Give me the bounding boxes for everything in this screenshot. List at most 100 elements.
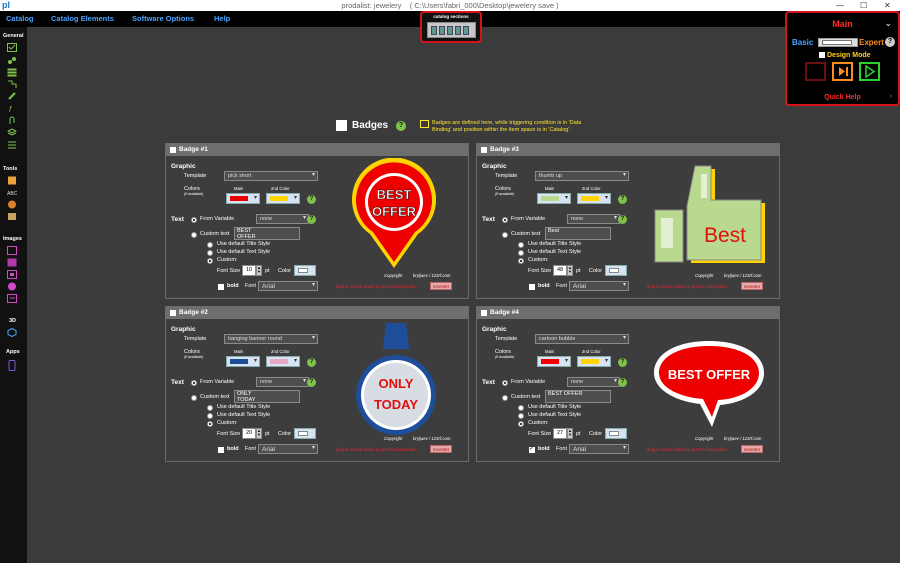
default-text-radio[interactable] — [518, 413, 524, 419]
colors-help-icon[interactable]: ? — [307, 195, 316, 204]
custom-text-input[interactable]: BEST OFFER — [545, 390, 611, 403]
main-color-picker[interactable] — [537, 356, 571, 367]
variable-dropdown[interactable]: none — [256, 214, 309, 224]
bold-checkbox[interactable] — [218, 447, 224, 453]
custom-text-input[interactable]: ONLY TODAY — [234, 390, 300, 403]
catalog-sections-thumbnail[interactable] — [427, 22, 476, 38]
custom-style-radio[interactable] — [207, 421, 213, 427]
badge-enable-checkbox[interactable] — [481, 147, 487, 153]
step-button[interactable] — [832, 62, 853, 81]
custom-style-radio[interactable] — [518, 421, 524, 427]
badge-preview[interactable]: BEST OFFER — [348, 157, 440, 275]
minimize-button[interactable]: — — [836, 0, 844, 11]
text-color-picker[interactable] — [605, 428, 627, 439]
custom-text-radio[interactable] — [191, 232, 197, 238]
bold-checkbox[interactable] — [529, 445, 535, 453]
checklist-icon[interactable] — [7, 43, 17, 52]
mode-slider[interactable] — [818, 38, 858, 47]
flow-icon[interactable] — [7, 80, 17, 89]
badge-enable-checkbox[interactable] — [170, 147, 176, 153]
help-icon[interactable]: ? — [885, 37, 895, 47]
font-size-stepper[interactable]: ▲ ▼ — [256, 428, 262, 439]
from-variable-radio[interactable] — [191, 217, 197, 223]
second-color-picker[interactable] — [577, 356, 611, 367]
default-title-radio[interactable] — [207, 242, 213, 248]
custom-text-radio[interactable] — [502, 395, 508, 401]
template-dropdown[interactable]: pick short — [224, 171, 318, 181]
custom-text-input[interactable]: Best — [545, 227, 611, 240]
main-color-picker[interactable] — [537, 193, 571, 204]
quick-help-link[interactable]: Quick Help — [787, 94, 898, 101]
main-color-picker[interactable] — [226, 193, 260, 204]
default-title-radio[interactable] — [207, 405, 213, 411]
spellcheck-icon[interactable]: ABC — [7, 188, 17, 197]
menu-catalog[interactable]: Catalog — [6, 14, 34, 23]
from-variable-radio[interactable] — [502, 217, 508, 223]
from-variable-radio[interactable] — [191, 380, 197, 386]
globe-icon[interactable] — [7, 282, 17, 291]
font-size-input[interactable]: 20 — [242, 428, 256, 439]
close-button[interactable]: ✕ — [884, 0, 891, 11]
nodes-icon[interactable] — [7, 56, 17, 65]
recenter-button[interactable]: recenter — [741, 282, 763, 290]
maximize-button[interactable]: ☐ — [860, 0, 867, 11]
palette-icon[interactable] — [7, 200, 17, 209]
play-button[interactable] — [859, 62, 880, 81]
chevron-right-icon[interactable]: › — [890, 93, 892, 100]
custom-style-radio[interactable] — [518, 258, 524, 264]
custom-style-radio[interactable] — [207, 258, 213, 264]
colors-help-icon[interactable]: ? — [307, 358, 316, 367]
template-dropdown[interactable]: thumb up — [535, 171, 629, 181]
text-color-picker[interactable] — [294, 265, 316, 276]
default-title-radio[interactable] — [518, 405, 524, 411]
text-color-picker[interactable] — [605, 265, 627, 276]
colors-help-icon[interactable]: ? — [618, 195, 627, 204]
link-icon[interactable] — [7, 92, 17, 101]
colors-help-icon[interactable]: ? — [618, 358, 627, 367]
font-dropdown[interactable]: Arial — [258, 281, 318, 291]
menu-catalog-elements[interactable]: Catalog Elements — [51, 14, 114, 23]
font-dropdown[interactable]: Arial — [569, 444, 629, 454]
font-size-input[interactable]: 10 — [242, 265, 256, 276]
image-frame-icon[interactable] — [7, 270, 17, 279]
list-icon[interactable] — [7, 140, 17, 149]
design-mode-toggle[interactable]: Design Mode — [819, 52, 871, 59]
recenter-button[interactable]: recenter — [430, 282, 452, 290]
layers-icon[interactable] — [7, 128, 17, 137]
cube-icon[interactable] — [7, 328, 17, 337]
custom-text-radio[interactable] — [191, 395, 197, 401]
template-dropdown[interactable]: cartoon bubble — [535, 334, 629, 344]
second-color-picker[interactable] — [266, 193, 300, 204]
from-variable-radio[interactable] — [502, 380, 508, 386]
custom-text-radio[interactable] — [502, 232, 508, 238]
font-dropdown[interactable]: Arial — [258, 444, 318, 454]
catalog-sections-widget[interactable]: catalog sections — [420, 11, 482, 43]
badge-enable-checkbox[interactable] — [481, 310, 487, 316]
image-edit-icon[interactable] — [7, 258, 17, 267]
table-icon[interactable] — [7, 68, 17, 77]
image-export-icon[interactable] — [7, 294, 17, 303]
bold-checkbox[interactable] — [529, 284, 535, 290]
badge-preview[interactable]: BEST OFFER — [652, 337, 766, 438]
variable-dropdown[interactable]: none — [567, 377, 620, 387]
font-size-input[interactable]: 27 — [553, 428, 567, 439]
variable-dropdown[interactable]: none — [567, 214, 620, 224]
text-help-icon[interactable]: ? — [307, 378, 316, 387]
text-help-icon[interactable]: ? — [618, 215, 627, 224]
main-color-picker[interactable] — [226, 356, 260, 367]
second-color-picker[interactable] — [266, 356, 300, 367]
badge-enable-checkbox[interactable] — [170, 310, 176, 316]
default-text-radio[interactable] — [207, 413, 213, 419]
font-size-stepper[interactable]: ▲ ▼ — [567, 428, 573, 439]
default-title-radio[interactable] — [518, 242, 524, 248]
book-icon[interactable] — [7, 176, 17, 185]
default-text-radio[interactable] — [518, 250, 524, 256]
text-help-icon[interactable]: ? — [618, 378, 627, 387]
font-size-stepper[interactable]: ▲ ▼ — [567, 265, 573, 276]
default-text-radio[interactable] — [207, 250, 213, 256]
tools-icon[interactable] — [7, 212, 17, 221]
phone-icon[interactable] — [7, 360, 17, 371]
font-size-input[interactable]: 48 — [553, 265, 567, 276]
image-icon[interactable] — [7, 246, 17, 255]
bold-checkbox[interactable] — [218, 284, 224, 290]
